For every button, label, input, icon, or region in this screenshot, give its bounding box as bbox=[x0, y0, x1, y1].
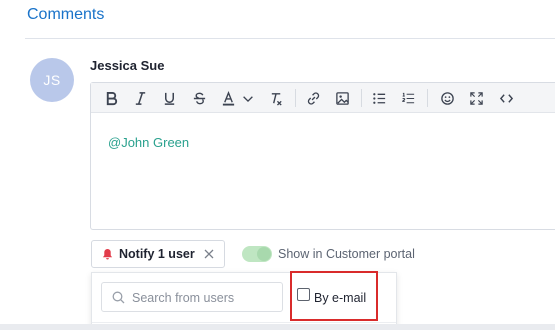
numbered-list-icon[interactable] bbox=[398, 88, 418, 108]
customer-portal-toggle[interactable] bbox=[242, 246, 272, 262]
close-icon[interactable] bbox=[203, 248, 215, 260]
image-icon[interactable] bbox=[332, 88, 352, 108]
toggle-knob bbox=[257, 247, 271, 261]
by-email-option: By e-mail bbox=[290, 271, 378, 321]
bell-icon bbox=[102, 248, 113, 260]
chevron-down-icon[interactable] bbox=[241, 88, 255, 108]
code-icon[interactable] bbox=[496, 88, 516, 108]
notify-label: Notify 1 user bbox=[119, 247, 195, 261]
mention-text[interactable]: @John Green bbox=[108, 135, 189, 150]
search-icon bbox=[112, 291, 125, 304]
toolbar-divider bbox=[361, 89, 362, 107]
editor-toolbar bbox=[91, 83, 555, 113]
clear-format-icon[interactable] bbox=[266, 88, 286, 108]
underline-icon[interactable] bbox=[159, 88, 179, 108]
customer-portal-label: Show in Customer portal bbox=[278, 247, 415, 261]
text-color-icon[interactable] bbox=[218, 88, 238, 108]
section-title: Comments bbox=[27, 6, 105, 23]
dropdown-divider bbox=[92, 322, 396, 323]
toolbar-divider bbox=[427, 89, 428, 107]
user-search-input[interactable] bbox=[132, 289, 277, 307]
avatar: JS bbox=[30, 58, 74, 102]
toolbar-divider bbox=[295, 89, 296, 107]
by-email-label[interactable]: By e-mail bbox=[314, 291, 366, 305]
italic-icon[interactable] bbox=[130, 88, 150, 108]
comment-editor[interactable]: @John Green bbox=[90, 82, 555, 230]
link-icon[interactable] bbox=[303, 88, 323, 108]
bullet-list-icon[interactable] bbox=[369, 88, 389, 108]
user-search-box bbox=[101, 282, 283, 312]
bold-icon[interactable] bbox=[101, 88, 121, 108]
by-email-checkbox[interactable] bbox=[297, 288, 310, 301]
emoji-icon[interactable] bbox=[437, 88, 457, 108]
comment-author: Jessica Sue bbox=[90, 58, 165, 73]
strikethrough-icon[interactable] bbox=[189, 88, 209, 108]
section-divider bbox=[25, 38, 555, 39]
bottom-edge bbox=[0, 324, 555, 330]
fullscreen-icon[interactable] bbox=[466, 88, 486, 108]
notify-users-button[interactable]: Notify 1 user bbox=[91, 240, 225, 268]
